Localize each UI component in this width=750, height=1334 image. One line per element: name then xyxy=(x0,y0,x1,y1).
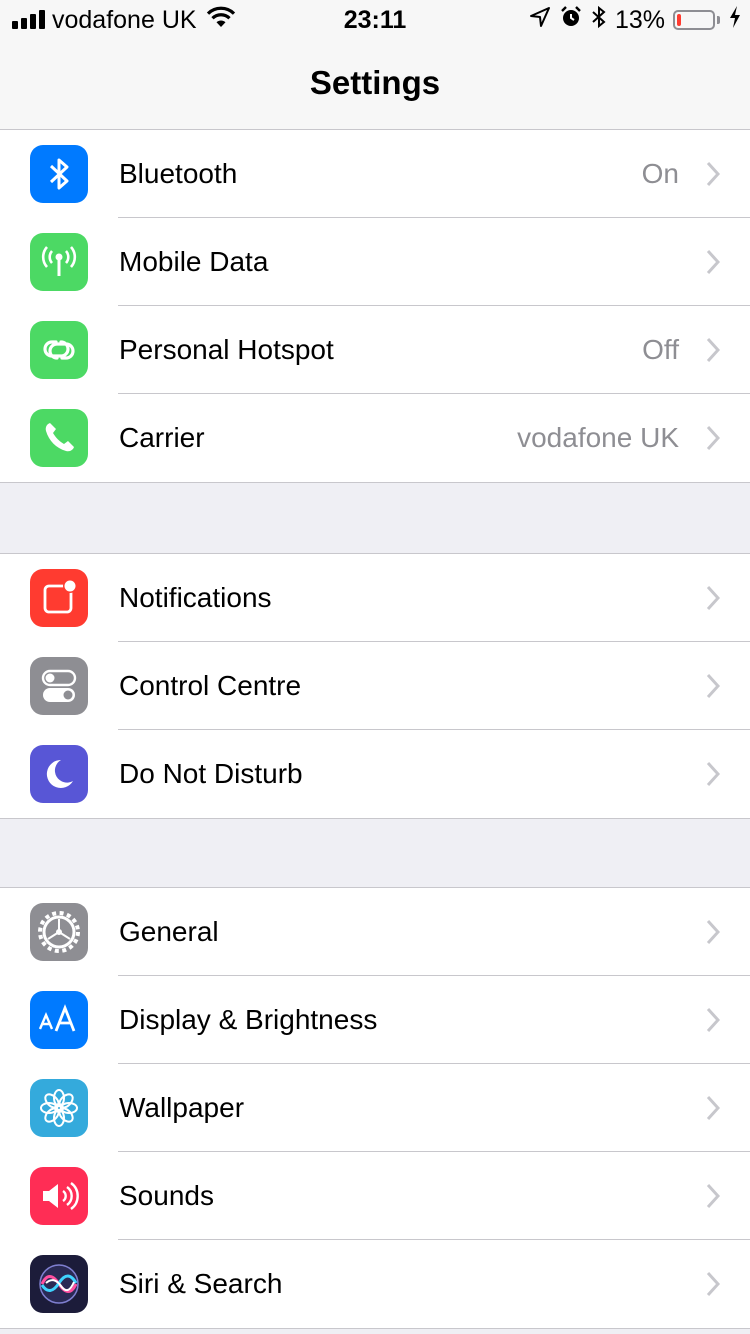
battery-percent: 13% xyxy=(614,5,665,34)
status-bar: vodafone UK 23:11 13% xyxy=(0,0,750,40)
row-label: Bluetooth xyxy=(119,158,238,189)
row-label: Notifications xyxy=(119,582,272,613)
chevron-right-icon xyxy=(706,1007,721,1038)
settings-row-personal-hotspot[interactable]: Personal Hotspot Off xyxy=(0,306,750,394)
chevron-right-icon xyxy=(706,1095,721,1126)
settings-row-siri-search[interactable]: Siri & Search xyxy=(0,1240,750,1328)
battery-icon xyxy=(673,10,715,30)
navigation-bar: vodafone UK 23:11 13% Settings xyxy=(0,0,750,130)
row-label: Mobile Data xyxy=(119,246,269,277)
chevron-right-icon xyxy=(706,425,721,456)
row-value: Off xyxy=(642,334,679,365)
text-size-icon xyxy=(30,991,88,1049)
chevron-right-icon xyxy=(706,585,721,616)
row-value: vodafone UK xyxy=(517,422,679,453)
row-label: Sounds xyxy=(119,1180,214,1211)
flower-icon xyxy=(30,1079,88,1137)
gear-icon xyxy=(30,903,88,961)
settings-row-notifications[interactable]: Notifications xyxy=(0,554,750,642)
alarm-icon xyxy=(559,5,583,36)
phone-icon xyxy=(30,409,88,467)
battery-level-fill xyxy=(677,14,681,26)
siri-icon xyxy=(30,1255,88,1313)
chevron-right-icon xyxy=(706,761,721,792)
chevron-right-icon xyxy=(706,919,721,950)
bluetooth-icon xyxy=(30,145,88,203)
speaker-icon xyxy=(30,1167,88,1225)
settings-row-wallpaper[interactable]: Wallpaper xyxy=(0,1064,750,1152)
row-label: Personal Hotspot xyxy=(119,334,334,365)
settings-row-do-not-disturb[interactable]: Do Not Disturb xyxy=(0,730,750,818)
chevron-right-icon xyxy=(706,1271,721,1302)
row-value: On xyxy=(641,158,679,189)
row-label: Do Not Disturb xyxy=(119,758,303,789)
battery-tip xyxy=(717,16,720,24)
settings-group-connectivity: Bluetooth On Mobile Data Personal Hotspo… xyxy=(0,129,750,483)
settings-row-bluetooth[interactable]: Bluetooth On xyxy=(0,130,750,218)
settings-row-mobile-data[interactable]: Mobile Data xyxy=(0,218,750,306)
toggles-icon xyxy=(30,657,88,715)
chevron-right-icon xyxy=(706,1183,721,1214)
chevron-right-icon xyxy=(706,673,721,704)
page-title: Settings xyxy=(309,64,441,101)
settings-row-display-brightness[interactable]: Display & Brightness xyxy=(0,976,750,1064)
notifications-icon xyxy=(30,569,88,627)
row-label: Control Centre xyxy=(119,670,302,701)
charging-bolt-icon xyxy=(728,5,742,36)
settings-row-control-centre[interactable]: Control Centre xyxy=(0,642,750,730)
row-label: Wallpaper xyxy=(119,1092,245,1123)
settings-group-general: General Display & Brightness Wallpaper S… xyxy=(0,887,750,1329)
chevron-right-icon xyxy=(706,249,721,280)
chevron-right-icon xyxy=(706,161,721,192)
bluetooth-icon xyxy=(591,5,607,36)
settings-row-general[interactable]: General xyxy=(0,888,750,976)
row-label: Display & Brightness xyxy=(119,1004,378,1035)
hotspot-icon xyxy=(30,321,88,379)
antenna-icon xyxy=(30,233,88,291)
moon-icon xyxy=(30,745,88,803)
row-label: General xyxy=(119,916,219,947)
settings-group-notifications: Notifications Control Centre Do Not Dist… xyxy=(0,553,750,819)
row-label: Carrier xyxy=(119,422,205,453)
settings-row-sounds[interactable]: Sounds xyxy=(0,1152,750,1240)
chevron-right-icon xyxy=(706,337,721,368)
location-arrow-icon xyxy=(529,6,551,35)
row-label: Siri & Search xyxy=(119,1268,283,1299)
settings-row-carrier[interactable]: Carrier vodafone UK xyxy=(0,394,750,482)
